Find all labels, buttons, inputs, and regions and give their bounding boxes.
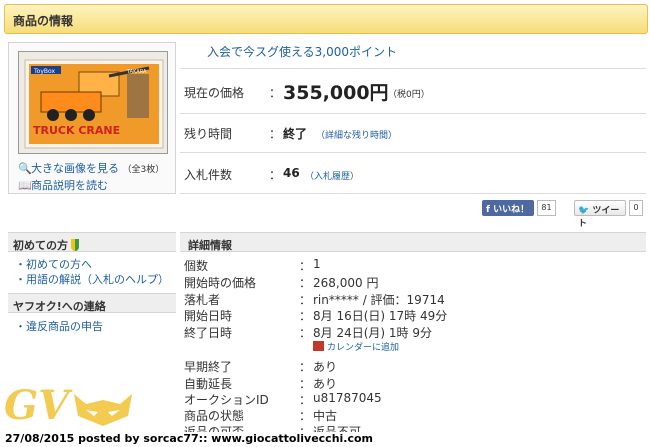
price-label: 現在の価格	[184, 86, 245, 100]
thumb-title: TRUCK CRANE	[33, 124, 120, 137]
detail-value: 中古	[313, 409, 338, 423]
price-tax: （税0円）	[388, 90, 430, 100]
section-header: 商品の情報	[4, 4, 648, 34]
image-count: （全3枚）	[122, 165, 165, 175]
glossary-link[interactable]: ・用語の解説（入札のヘルプ）	[15, 271, 169, 287]
tweet-button[interactable]: 🐦 ツイート	[574, 200, 626, 229]
detail-value: 8月 16日(日) 17時 49分	[313, 309, 448, 323]
detail-value: 8月 24日(月) 1時 9分	[313, 326, 432, 340]
detail-colon: ：	[299, 377, 312, 391]
thumb-brand: ToyBox	[33, 68, 55, 75]
tweet-count: 0	[629, 200, 643, 216]
watermark-caption: 27/08/2015 posted by sorcac77:: www.gioc…	[5, 432, 378, 445]
divider	[180, 152, 646, 153]
time-left-value: 終了	[283, 127, 308, 141]
details-heading: 詳細情報	[180, 232, 646, 252]
twitter-bird-icon: 🐦	[578, 206, 590, 216]
add-to-calendar-link[interactable]: カレンダーに追加	[313, 340, 399, 353]
detail-colon: ：	[299, 409, 312, 423]
divider	[180, 113, 646, 114]
detail-label: 落札者	[184, 293, 221, 307]
beginner-leaf-icon	[71, 239, 79, 251]
like-label: いいね！	[493, 205, 530, 215]
detail-colon: ：	[299, 360, 312, 374]
detail-colon: ：	[299, 326, 312, 340]
detail-colon: ：	[299, 259, 312, 273]
detail-label: オークションID	[184, 393, 269, 407]
price-colon: ：	[269, 86, 282, 100]
current-price: 355,000円	[283, 82, 389, 104]
divider	[180, 193, 646, 194]
detail-colon: ：	[299, 393, 312, 407]
calendar-label: カレンダーに追加	[327, 343, 400, 353]
description-label[interactable]: 商品説明を読む	[31, 179, 108, 192]
detail-colon: ：	[299, 309, 312, 323]
facebook-like-button[interactable]: f いいね！	[482, 200, 534, 216]
bids-colon: ：	[269, 168, 282, 182]
gallery-box: ToyBox TRUCK CRANE TAKARA 🔍大きな画像を見る （全3枚…	[8, 42, 176, 194]
detail-colon: ：	[299, 276, 312, 290]
facebook-icon: f	[486, 205, 490, 215]
calendar-icon	[313, 341, 324, 351]
detail-label: 早期終了	[184, 360, 233, 374]
divider	[180, 68, 646, 69]
thumb-maker: TAKARA	[126, 69, 147, 75]
contact-heading: ヤフオク!への連絡	[8, 293, 176, 313]
detail-label: 開始日時	[184, 309, 233, 323]
detail-value: 268,000 円	[313, 276, 379, 290]
bids-count: 46	[283, 166, 300, 180]
beginners-guide-link[interactable]: ・初めての方へ	[15, 256, 92, 272]
detail-label: 自動延長	[184, 377, 233, 391]
toy-box-image: ToyBox TRUCK CRANE TAKARA	[19, 52, 167, 153]
points-promo-link[interactable]: 入会で今スグ使える3,000ポイント	[207, 43, 397, 60]
time-detail-link[interactable]: （詳細な残り時間）	[316, 128, 397, 141]
beginners-heading: 初めての方	[8, 232, 176, 252]
watermark-logo: GV	[4, 382, 70, 429]
report-violation-link[interactable]: ・違反商品の申告	[15, 318, 103, 334]
detail-label: 開始時の価格	[184, 276, 257, 290]
enlarge-label[interactable]: 大きな画像を見る	[31, 162, 119, 175]
bids-label: 入札件数	[184, 168, 233, 182]
enlarge-image-link[interactable]: 🔍大きな画像を見る （全3枚）	[18, 160, 164, 176]
time-left-label: 残り時間	[184, 127, 233, 141]
product-thumbnail[interactable]: ToyBox TRUCK CRANE TAKARA	[18, 51, 168, 154]
detail-colon: ：	[299, 293, 312, 307]
watermark-mask-icon	[74, 394, 132, 426]
read-description-link[interactable]: 📖商品説明を読む	[18, 177, 108, 193]
bid-history-link[interactable]: （入札履歴）	[305, 169, 359, 182]
detail-value: あり	[313, 360, 338, 374]
detail-value: 1	[313, 257, 321, 271]
magnifier-icon: 🔍	[18, 162, 32, 175]
detail-label: 終了日時	[184, 326, 233, 340]
detail-label: 商品の状態	[184, 409, 245, 423]
time-colon: ：	[269, 127, 282, 141]
like-count: 81	[537, 200, 556, 216]
detail-value: あり	[313, 377, 338, 391]
section-title: 商品の情報	[13, 14, 74, 28]
winning-bidder[interactable]: rin***** / 評価：19714	[313, 291, 445, 308]
detail-label: 個数	[184, 259, 209, 273]
beginners-heading-text: 初めての方	[13, 239, 68, 252]
detail-value: u81787045	[313, 391, 382, 405]
book-icon: 📖	[18, 179, 32, 192]
